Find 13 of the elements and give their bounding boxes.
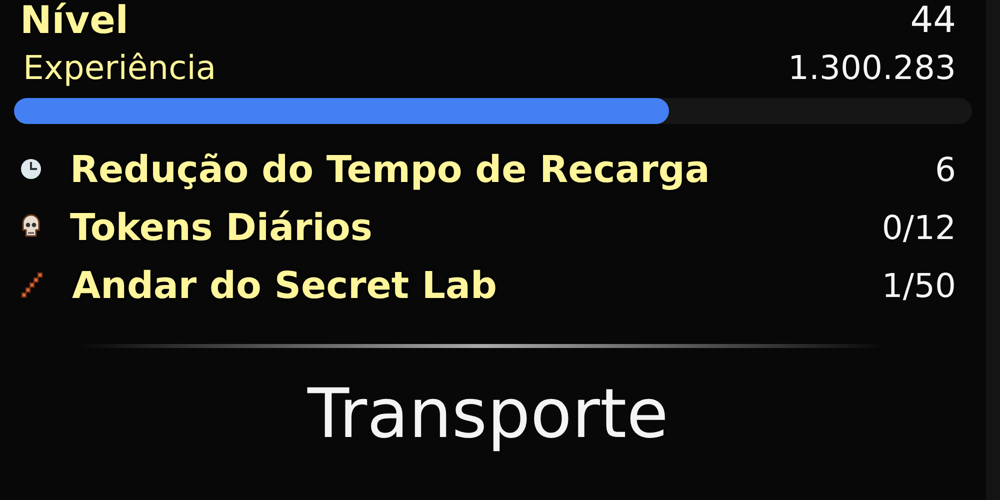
stat-value: 6 [935, 150, 956, 188]
experience-value: 1.300.283 [788, 48, 956, 86]
section-title: Transporte [306, 378, 670, 453]
experience-label: Experiência [23, 48, 216, 86]
stat-value: 0/12 [882, 208, 956, 246]
level-value: 44 [910, 0, 956, 40]
stairs-icon [20, 271, 44, 299]
clock-icon [20, 158, 42, 180]
stat-value: 1/50 [882, 266, 956, 304]
stat-label: Redução do Tempo de Recarga [70, 148, 710, 190]
level-label: Nível [20, 0, 128, 42]
stat-label: Tokens Diários [70, 206, 372, 248]
stat-label: Andar do Secret Lab [72, 264, 497, 306]
